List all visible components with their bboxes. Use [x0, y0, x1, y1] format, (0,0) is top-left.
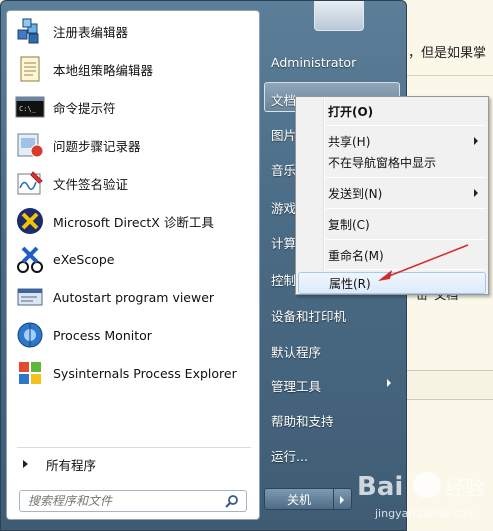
context-separator	[326, 239, 486, 240]
registry-editor-icon	[14, 15, 46, 47]
right-pane-item[interactable]: 运行...	[271, 446, 308, 465]
watermark-brand-cn: 经验	[445, 476, 485, 500]
steps-recorder-icon	[14, 129, 46, 161]
program-item-autostart-viewer[interactable]: Autostart program viewer	[10, 279, 256, 315]
context-separator	[326, 125, 486, 126]
right-pane-item[interactable]: 设备和打印机	[271, 306, 346, 325]
right-pane-item[interactable]: 图片	[271, 125, 296, 144]
context-item-copy[interactable]: 复制(C)	[298, 213, 486, 235]
program-label: Sysinternals Process Explorer	[53, 365, 237, 381]
program-label: eXeScope	[53, 251, 115, 267]
context-item-rename[interactable]: 重命名(M)	[298, 244, 486, 266]
search-box[interactable]	[19, 490, 247, 512]
program-item-exescope[interactable]: eXeScope	[10, 241, 256, 277]
context-item-label: 共享(H)	[328, 134, 371, 149]
program-label: 命令提示符	[53, 100, 116, 116]
program-label: 问题步骤记录器	[53, 138, 141, 154]
background-rule	[400, 75, 493, 76]
program-item-command-prompt[interactable]: C:\_ 命令提示符	[10, 89, 256, 125]
program-item-registry-editor[interactable]: 注册表编辑器	[10, 13, 256, 49]
right-pane-item[interactable]: 默认程序	[271, 342, 321, 361]
context-item-label: 打开(O)	[328, 104, 374, 119]
context-item-label: 不在导航窗格中显示	[328, 155, 437, 170]
background-text-line: ，但是如果掌	[408, 46, 487, 61]
programs-separator	[17, 447, 251, 448]
baidu-watermark: Bai 经验 jingyan.baidu.com	[355, 455, 490, 527]
program-label: 本地组策略编辑器	[53, 62, 154, 78]
submenu-arrow-icon	[474, 137, 478, 145]
process-explorer-icon	[14, 357, 46, 389]
search-input[interactable]	[28, 494, 218, 508]
watermark-brand: Bai	[357, 472, 403, 502]
paw-icon	[413, 472, 441, 498]
right-pane-item[interactable]: 文档	[271, 90, 296, 109]
right-pane-item[interactable]: 游戏	[271, 198, 296, 217]
program-item-process-monitor[interactable]: Process Monitor	[10, 317, 256, 353]
group-policy-icon	[14, 53, 46, 85]
context-item-label: 重命名(M)	[328, 248, 384, 263]
program-item-process-explorer[interactable]: Sysinternals Process Explorer	[10, 355, 256, 391]
program-label: 文件签名验证	[53, 176, 129, 192]
program-label: Microsoft DirectX 诊断工具	[53, 214, 214, 230]
context-item-label: 属性(R)	[329, 276, 371, 291]
right-pane-item[interactable]: 帮助和支持	[271, 411, 334, 430]
background-box	[400, 370, 493, 400]
user-name-link[interactable]: Administrator	[271, 55, 356, 70]
exescope-icon	[14, 243, 46, 275]
context-item-send-to[interactable]: 发送到(N)	[298, 182, 486, 204]
context-item-share[interactable]: 共享(H)	[298, 130, 486, 152]
submenu-arrow-icon	[474, 189, 478, 197]
context-separator	[326, 269, 486, 270]
chevron-right-icon	[23, 460, 28, 468]
context-item-open[interactable]: 打开(O)	[298, 100, 486, 122]
shutdown-button[interactable]: 关机	[264, 488, 334, 510]
context-menu: 打开(O) 共享(H) 不在导航窗格中显示 发送到(N) 复制(C) 重命名(M…	[295, 96, 489, 295]
autostart-viewer-icon	[14, 281, 46, 313]
context-item-label: 复制(C)	[328, 217, 370, 232]
search-icon[interactable]	[224, 494, 240, 510]
right-pane-item[interactable]: 管理工具	[271, 376, 321, 395]
context-item-hide-from-nav[interactable]: 不在导航窗格中显示	[298, 151, 486, 173]
program-label: 注册表编辑器	[53, 24, 129, 40]
file-signature-icon	[14, 167, 46, 199]
command-prompt-icon: C:\_	[14, 91, 46, 123]
process-monitor-icon	[14, 319, 46, 351]
all-programs-button[interactable]: 所有程序	[15, 452, 253, 476]
svg-text:C:\_: C:\_	[19, 105, 37, 113]
program-item-directx[interactable]: Microsoft DirectX 诊断工具	[10, 203, 256, 239]
chevron-right-icon	[387, 379, 391, 387]
program-label: Autostart program viewer	[53, 289, 215, 305]
program-item-steps-recorder[interactable]: 问题步骤记录器	[10, 127, 256, 163]
shutdown-options-button[interactable]	[334, 488, 352, 510]
right-pane-item[interactable]: 音乐	[271, 160, 296, 179]
program-item-file-signature[interactable]: 文件签名验证	[10, 165, 256, 201]
watermark-url: jingyan.baidu.com	[374, 507, 477, 520]
directx-icon	[14, 205, 46, 237]
user-picture[interactable]	[314, 1, 364, 31]
context-item-properties[interactable]: 属性(R)	[298, 272, 486, 294]
programs-pane: 注册表编辑器 本地组策略编辑器 C:\_ 命令提示符 问题步骤记录器 文件签名验…	[6, 10, 260, 520]
context-separator	[326, 208, 486, 209]
context-separator	[326, 177, 486, 178]
all-programs-label: 所有程序	[46, 457, 97, 473]
program-label: Process Monitor	[53, 327, 152, 343]
program-item-group-policy[interactable]: 本地组策略编辑器	[10, 51, 256, 87]
context-item-label: 发送到(N)	[328, 186, 383, 201]
